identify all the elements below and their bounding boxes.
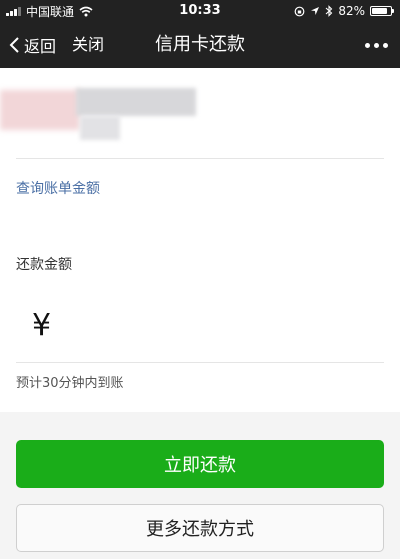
status-left: 中国联通 xyxy=(6,0,93,22)
redacted-card-info xyxy=(0,90,80,130)
query-bill-link[interactable]: 查询账单金额 xyxy=(16,178,100,198)
arrival-estimate: 预计30分钟内到账 xyxy=(16,376,124,391)
rotation-lock-icon xyxy=(294,6,305,16)
amount-input[interactable] xyxy=(66,308,366,348)
battery-icon xyxy=(370,6,394,16)
card-section: 查询账单金额 xyxy=(0,68,400,216)
repay-now-button[interactable]: 立即还款 xyxy=(16,440,384,488)
back-label: 返回 xyxy=(24,37,57,56)
page-title: 信用卡还款 xyxy=(155,34,245,55)
nav-bar: 返回 关闭 信用卡还款 xyxy=(0,22,400,68)
divider xyxy=(16,158,384,159)
signal-icon xyxy=(6,6,21,16)
battery-percent: 82% xyxy=(338,4,365,18)
currency-symbol: ¥ xyxy=(32,308,52,343)
back-button[interactable]: 返回 xyxy=(8,22,56,68)
more-options-icon[interactable] xyxy=(365,22,388,68)
redacted-card-info xyxy=(76,88,196,116)
battery-fill xyxy=(372,8,387,14)
amount-section: 还款金额 ¥ 预计30分钟内到账 xyxy=(0,216,400,412)
carrier-name: 中国联通 xyxy=(26,4,75,19)
amount-label: 还款金额 xyxy=(16,257,72,273)
divider xyxy=(16,362,384,363)
chevron-left-icon xyxy=(9,37,19,53)
screen: 中国联通 10:33 82% 返回 关闭 信用卡还款 查询账单金额 还款金额 ¥… xyxy=(0,0,400,559)
more-methods-button[interactable]: 更多还款方式 xyxy=(16,504,384,552)
bluetooth-icon xyxy=(325,5,333,17)
location-arrow-icon xyxy=(311,7,320,15)
status-right: 82% xyxy=(294,0,394,22)
wifi-icon xyxy=(79,6,93,16)
close-button[interactable]: 关闭 xyxy=(72,22,104,68)
status-bar: 中国联通 10:33 82% xyxy=(0,0,400,22)
redacted-card-info xyxy=(80,116,120,140)
